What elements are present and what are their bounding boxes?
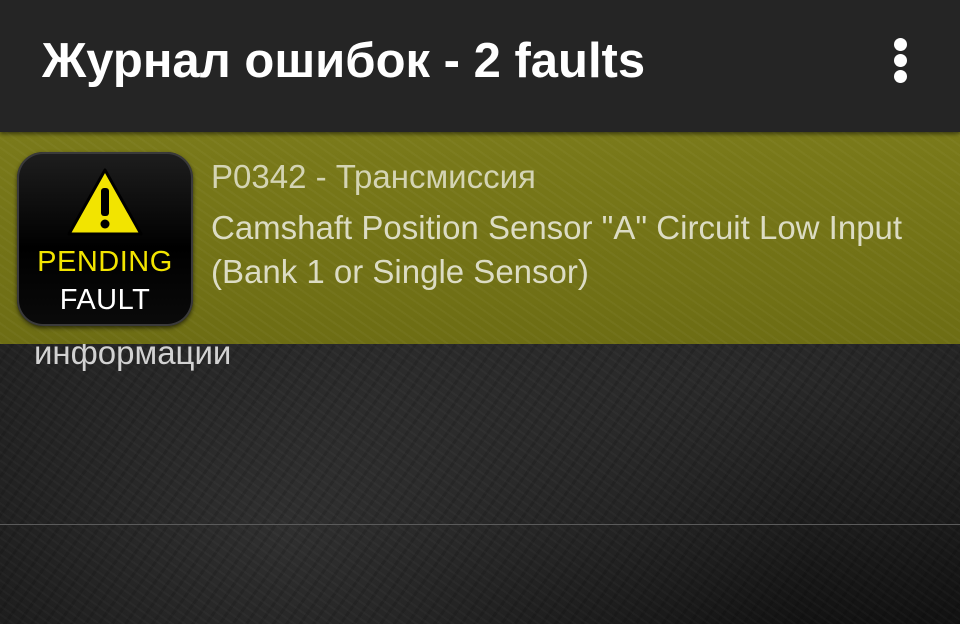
fault-code: P0342 - Трансмиссия: [211, 158, 536, 195]
app-bar: Журнал ошибок - 2 faults: [0, 0, 960, 132]
menu-dot: [894, 54, 907, 67]
screen: Журнал ошибок - 2 faults PENDING FAULT P…: [0, 0, 960, 624]
menu-dot: [894, 70, 907, 83]
fault-item-u1916[interactable]: [0, 344, 960, 525]
fault-item-p0342[interactable]: PENDING FAULT P0342 - Трансмиссия Camsha…: [0, 132, 960, 344]
badge-label-pending: PENDING: [37, 246, 173, 278]
pending-fault-badge: PENDING FAULT: [17, 152, 193, 326]
fault-list: PENDING FAULT P0342 - Трансмиссия Camsha…: [0, 132, 960, 344]
menu-dot: [894, 38, 907, 51]
fault-description: Camshaft Position Sensor "A" Circuit Low…: [211, 209, 903, 290]
more-vert-icon[interactable]: [878, 30, 924, 92]
badge-label-fault: FAULT: [59, 284, 151, 316]
page-title: Журнал ошибок - 2 faults: [42, 34, 646, 88]
warning-icon: [67, 168, 143, 236]
